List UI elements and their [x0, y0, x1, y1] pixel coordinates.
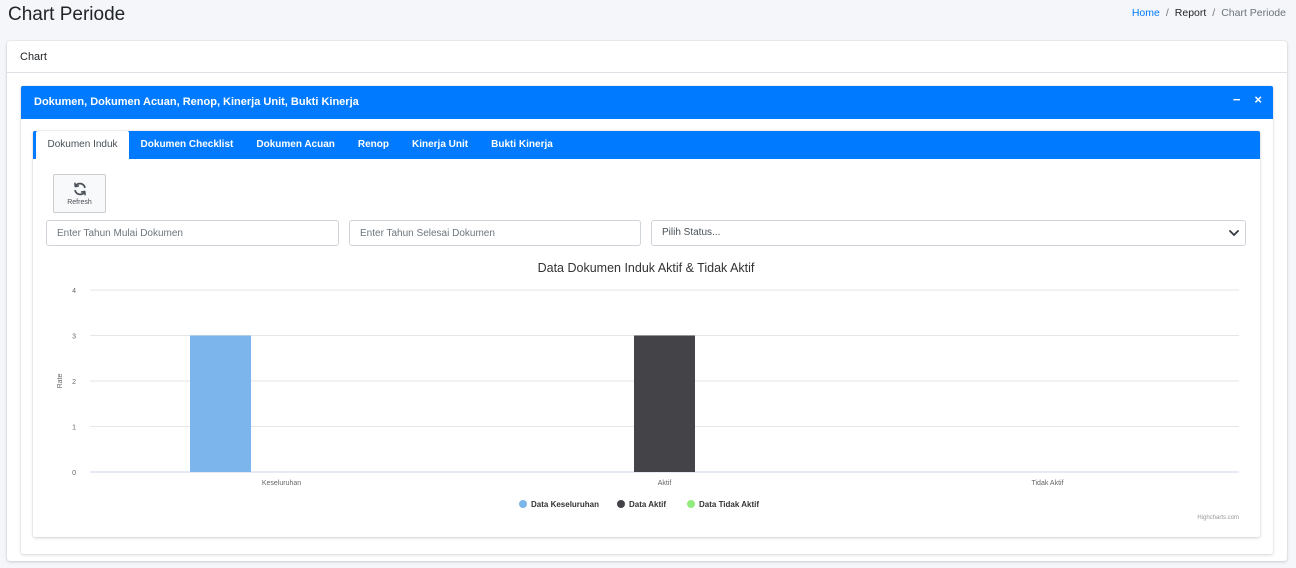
tab-bar: Dokumen Induk Dokumen Checklist Dokumen …: [33, 131, 1260, 159]
document-panel-header: Dokumen, Dokumen Acuan, Renop, Kinerja U…: [21, 86, 1273, 119]
breadcrumb-home-link[interactable]: Home: [1132, 7, 1160, 19]
breadcrumb-separator: /: [1212, 7, 1216, 19]
status-select[interactable]: Pilih Status...: [651, 220, 1246, 246]
tab-bukti-kinerja[interactable]: Bukti Kinerja: [480, 131, 565, 159]
tab-dokumen-checklist[interactable]: Dokumen Checklist: [129, 131, 245, 159]
tab-card: Dokumen Induk Dokumen Checklist Dokumen …: [33, 131, 1260, 537]
minimize-button[interactable]: −: [1233, 92, 1241, 107]
tab-dokumen-acuan[interactable]: Dokumen Acuan: [245, 131, 347, 159]
chart-credits: Highcharts.com: [1197, 515, 1239, 521]
close-button[interactable]: ×: [1254, 92, 1262, 107]
breadcrumb-current: Chart Periode: [1221, 7, 1286, 19]
legend-label: Data Aktif: [629, 500, 666, 509]
breadcrumb-report: Report: [1174, 7, 1207, 19]
chart-title: Data Dokumen Induk Aktif & Tidak Aktif: [538, 261, 755, 275]
breadcrumb-separator: /: [1165, 7, 1169, 19]
legend-label: Data Tidak Aktif: [699, 500, 759, 509]
refresh-label: Refresh: [67, 198, 92, 206]
tab-kinerja-unit[interactable]: Kinerja Unit: [401, 131, 480, 159]
y-tick-label: 1: [72, 425, 76, 432]
status-select-value: Pilih Status...: [662, 227, 721, 238]
chart-card-title: Chart: [7, 41, 1287, 73]
x-tick-label: Keseluruhan: [262, 480, 301, 487]
chart-area: Data Dokumen Induk Aktif & Tidak Aktif 0 1…: [33, 251, 1260, 533]
bar: [634, 335, 695, 472]
bar: [190, 335, 251, 472]
document-panel-title: Dokumen, Dokumen Acuan, Renop, Kinerja U…: [34, 96, 359, 108]
y-axis-label: Rate: [57, 374, 64, 389]
y-tick-label: 0: [72, 470, 76, 477]
page-title: Chart Periode: [8, 4, 126, 25]
x-tick-label: Tidak Aktif: [1031, 480, 1063, 487]
legend-label: Data Keseluruhan: [531, 500, 599, 509]
end-year-input[interactable]: [349, 220, 641, 246]
legend-marker: [617, 500, 625, 508]
tab-dokumen-induk[interactable]: Dokumen Induk: [36, 131, 130, 159]
bar-chart: Data Dokumen Induk Aktif & Tidak Aktif 0 1…: [57, 261, 1239, 521]
chevron-down-icon: [1229, 230, 1239, 236]
document-panel: Dokumen, Dokumen Acuan, Renop, Kinerja U…: [21, 86, 1273, 554]
breadcrumb: Home / Report / Chart Periode: [1132, 7, 1286, 19]
chart-card: Chart Dokumen, Dokumen Acuan, Renop, Kin…: [7, 41, 1287, 561]
x-tick-label: Aktif: [658, 480, 672, 487]
refresh-icon: [73, 182, 86, 195]
legend-marker: [519, 500, 527, 508]
y-tick-label: 3: [72, 334, 76, 341]
legend-marker: [687, 500, 695, 508]
start-year-input[interactable]: [46, 220, 339, 246]
y-tick-label: 2: [72, 379, 76, 386]
tab-renop[interactable]: Renop: [346, 131, 400, 159]
refresh-button[interactable]: Refresh: [53, 174, 106, 213]
y-tick-label: 4: [72, 288, 76, 295]
